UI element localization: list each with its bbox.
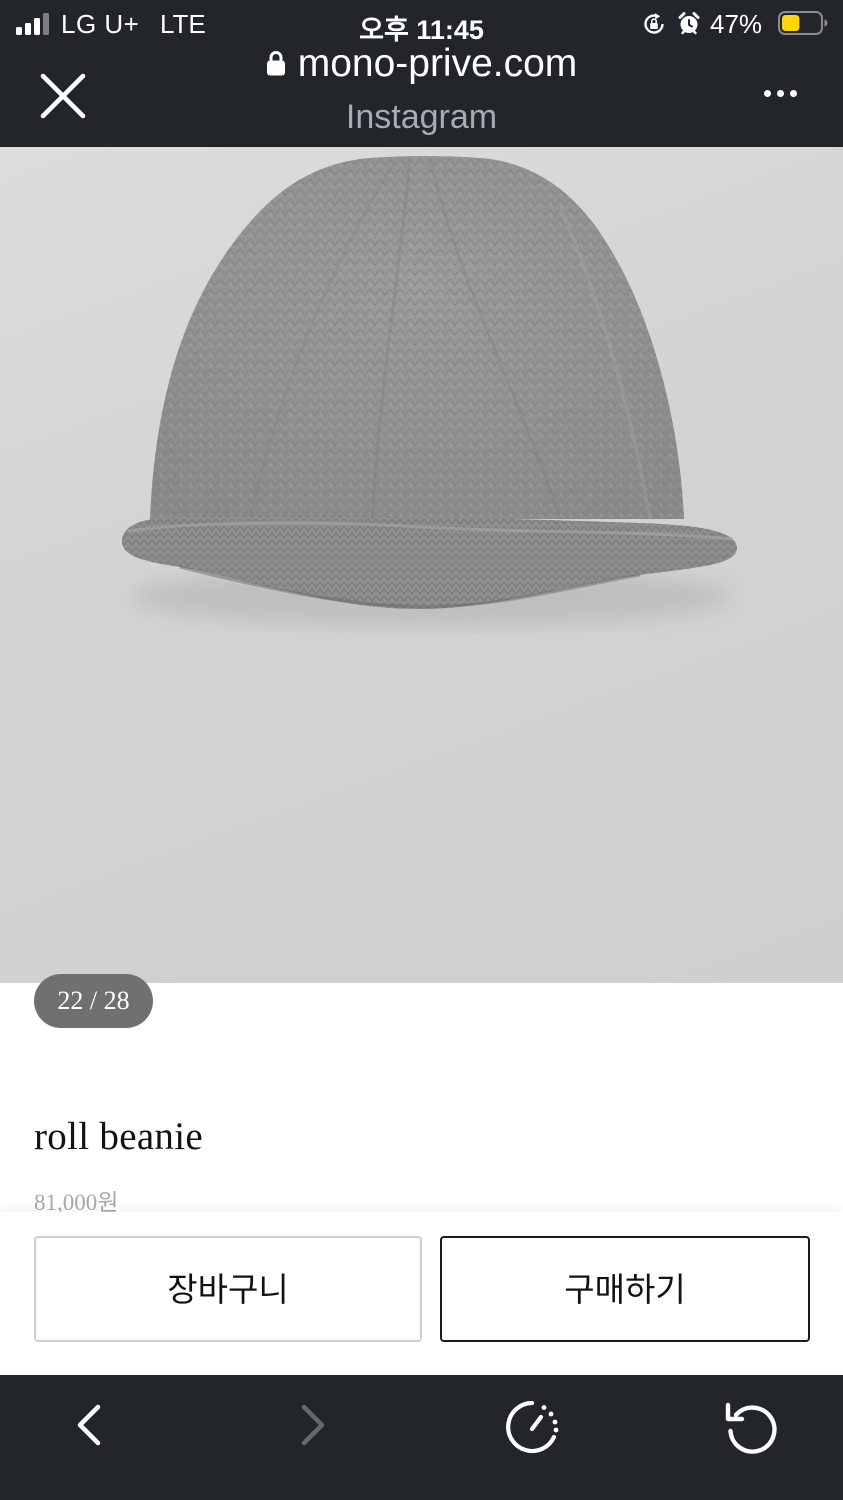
status-bar: LG U+ LTE 오후 11:45 47% xyxy=(0,0,843,48)
product-name: roll beanie xyxy=(34,1115,203,1158)
browser-header: LG U+ LTE 오후 11:45 47% mono-prive.com In… xyxy=(0,0,843,147)
site-domain: mono-prive.com xyxy=(297,42,578,85)
add-to-cart-button[interactable]: 장바구니 xyxy=(34,1236,422,1342)
browser-toolbar xyxy=(0,1375,843,1500)
product-image[interactable] xyxy=(0,147,843,983)
battery-icon xyxy=(778,11,828,35)
beanie-illustration xyxy=(121,156,738,627)
lock-rotation-icon xyxy=(644,13,664,34)
image-counter: 22 / 28 xyxy=(34,974,153,1028)
purchase-action-bar: 장바구니 구매하기 xyxy=(0,1212,843,1375)
more-icon[interactable] xyxy=(760,84,802,104)
padlock-icon xyxy=(266,51,285,76)
buy-now-button[interactable]: 구매하기 xyxy=(440,1236,810,1342)
address-bar[interactable]: mono-prive.com xyxy=(0,42,843,86)
battery-percent: 47% xyxy=(710,9,763,39)
site-source: Instagram xyxy=(345,98,498,136)
reload-icon[interactable] xyxy=(724,1399,780,1455)
forward-icon[interactable] xyxy=(296,1401,332,1449)
speed-dial-icon[interactable] xyxy=(504,1399,560,1455)
back-icon[interactable] xyxy=(70,1401,106,1449)
alarm-icon xyxy=(678,12,700,35)
